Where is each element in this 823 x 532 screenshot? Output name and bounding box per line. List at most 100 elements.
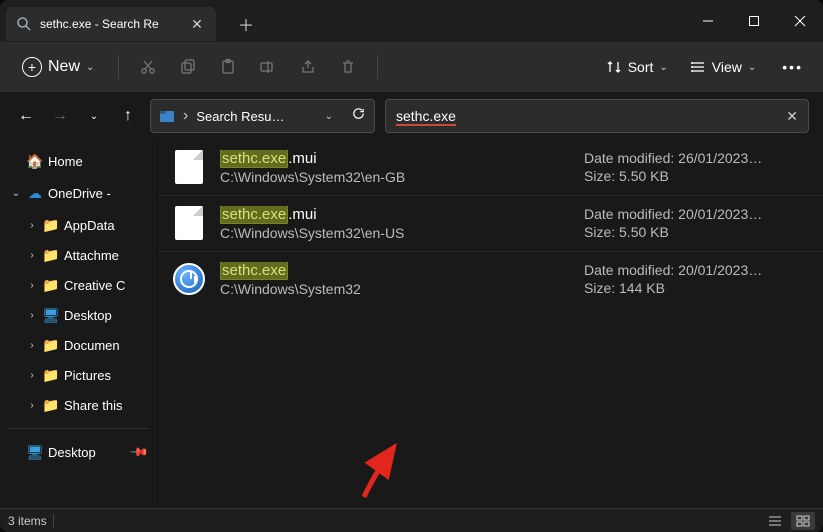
home-icon: 🏠 (26, 153, 44, 170)
rename-button[interactable] (251, 50, 285, 84)
sidebar-item-desktop[interactable]: › 🖥 Desktop (4, 300, 153, 330)
search-text: sethc.exe (396, 108, 456, 124)
chevron-down-icon: ⌄ (748, 62, 756, 73)
sidebar-item-onedrive[interactable]: ⌄☁OneDrive - (4, 178, 153, 208)
sidebar-item-label: AppData (64, 218, 115, 233)
tab-title: sethc.exe - Search Re (40, 17, 180, 31)
copy-button[interactable] (171, 50, 205, 84)
chevron-down-icon[interactable]: ⌄ (10, 188, 22, 199)
sidebar-item-pictures[interactable]: › 📁 Pictures (4, 360, 153, 390)
sidebar-item-label: Attachme (64, 248, 119, 263)
result-path: C:\Windows\System32 (220, 281, 570, 297)
sidebar-item-attachme[interactable]: › 📁 Attachme (4, 240, 153, 270)
sidebar-item-creative-c[interactable]: ›📁Creative C (4, 270, 153, 300)
sidebar-item-desktop-pinned[interactable]: 🖥Desktop📌 (4, 437, 153, 467)
titlebar: sethc.exe - Search Re ✕ ＋ (0, 0, 823, 42)
forward-button[interactable]: → (48, 107, 72, 125)
rename-icon (259, 58, 277, 76)
results-pane: sethc.exe.mui C:\Windows\System32\en-GB … (158, 140, 823, 508)
close-button[interactable] (777, 0, 823, 42)
folder-icon: 📁 (42, 217, 60, 234)
sidebar-item-share-this[interactable]: › 📁 Share this (4, 390, 153, 420)
search-input[interactable]: sethc.exe ✕ (385, 99, 809, 133)
share-icon (299, 58, 317, 76)
desktop-icon: 🖥 (42, 307, 60, 324)
cut-button[interactable] (131, 50, 165, 84)
paste-button[interactable] (211, 50, 245, 84)
result-date: Date modified: 26/01/2023… (584, 150, 809, 166)
chevron-right-icon[interactable]: › (26, 340, 38, 351)
application-icon (173, 263, 205, 295)
desktop-icon: 🖥 (26, 444, 44, 461)
chevron-right-icon[interactable]: › (26, 250, 38, 261)
tab-close-icon[interactable]: ✕ (188, 16, 206, 33)
new-button[interactable]: + New ⌄ (10, 50, 106, 84)
result-size: Size: 5.50 KB (584, 168, 809, 184)
minimize-button[interactable] (685, 0, 731, 42)
folder-icon: 📁 (42, 247, 60, 264)
chevron-right-icon[interactable]: › (26, 370, 38, 381)
folder-icon: 📁 (42, 337, 60, 354)
sidebar-item-label: Pictures (64, 368, 111, 383)
sort-button[interactable]: Sort ⌄ (600, 59, 674, 75)
details-view-toggle[interactable] (763, 512, 787, 530)
separator (8, 428, 149, 429)
maximize-button[interactable] (731, 0, 777, 42)
sidebar-item-label: Desktop (64, 308, 112, 323)
pin-icon: 📌 (129, 442, 149, 462)
chevron-right-icon[interactable]: › (26, 400, 38, 411)
folder-icon: 📁 (42, 277, 60, 294)
plus-icon: + (22, 57, 42, 77)
sort-icon (606, 59, 622, 75)
chevron-right-icon[interactable]: › (26, 220, 38, 231)
result-date: Date modified: 20/01/2023… (584, 262, 809, 278)
chevron-down-icon[interactable]: ⌄ (325, 111, 333, 122)
more-button[interactable]: ••• (772, 59, 813, 75)
more-icon: ••• (782, 59, 803, 75)
folder-icon: 📁 (42, 367, 60, 384)
view-button[interactable]: View ⌄ (684, 59, 762, 75)
window-controls (685, 0, 823, 42)
chevron-right-icon[interactable]: › (26, 280, 38, 291)
chevron-right-icon[interactable]: › (26, 310, 38, 321)
clear-search-icon[interactable]: ✕ (786, 108, 798, 125)
address-bar[interactable]: › Search Resu… ⌄ (150, 99, 375, 133)
delete-button[interactable] (331, 50, 365, 84)
back-button[interactable]: ← (14, 107, 38, 125)
file-icon (175, 150, 203, 184)
trash-icon (339, 58, 357, 76)
copy-icon (179, 58, 197, 76)
paste-icon (219, 58, 237, 76)
file-icon (175, 206, 203, 240)
share-button[interactable] (291, 50, 325, 84)
result-size: Size: 144 KB (584, 280, 809, 296)
result-path: C:\Windows\System32\en-US (220, 225, 570, 241)
folder-icon: 📁 (42, 397, 60, 414)
sidebar-item-documen[interactable]: ›📁Documen (4, 330, 153, 360)
content-view-toggle[interactable] (791, 512, 815, 530)
chevron-down-icon: ⌄ (659, 62, 667, 73)
onedrive-icon: ☁ (26, 185, 44, 202)
result-row[interactable]: sethc.exe.mui C:\Windows\System32\en-GB … (158, 140, 823, 195)
chevron-down-icon[interactable]: ⌄ (82, 111, 106, 122)
separator (377, 55, 378, 79)
new-tab-button[interactable]: ＋ (230, 12, 262, 36)
sidebar-item-appdata[interactable]: › 📁 AppData (4, 210, 153, 240)
result-path: C:\Windows\System32\en-GB (220, 169, 570, 185)
sidebar-item-label: Share this (64, 398, 123, 413)
refresh-button[interactable] (351, 106, 366, 126)
navigation-bar: ← → ⌄ ↑ › Search Resu… ⌄ sethc.exe ✕ (0, 92, 823, 140)
search-icon (16, 16, 32, 32)
breadcrumb-separator: › (183, 107, 188, 125)
window-tab[interactable]: sethc.exe - Search Re ✕ (6, 7, 216, 41)
body: 🏠Home ⌄☁OneDrive - ›📁AppData›📁Attachme›📁… (0, 140, 823, 508)
result-row[interactable]: sethc.exe C:\Windows\System32 Date modif… (158, 251, 823, 307)
result-date: Date modified: 20/01/2023… (584, 206, 809, 222)
sidebar-item-home[interactable]: 🏠Home (4, 146, 153, 176)
cut-icon (139, 58, 157, 76)
chevron-down-icon: ⌄ (86, 62, 94, 73)
up-button[interactable]: ↑ (116, 107, 140, 125)
view-icon (690, 59, 706, 75)
item-count: 3 items (8, 514, 47, 528)
result-row[interactable]: sethc.exe.mui C:\Windows\System32\en-US … (158, 195, 823, 251)
